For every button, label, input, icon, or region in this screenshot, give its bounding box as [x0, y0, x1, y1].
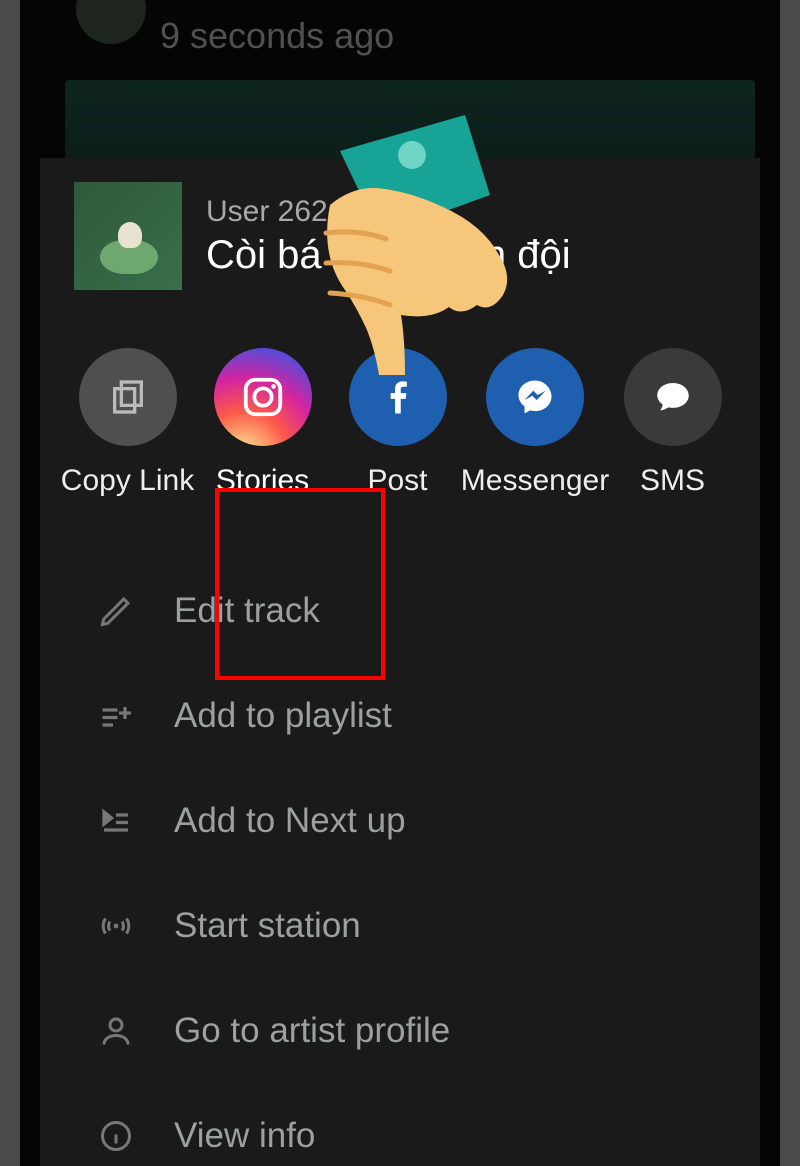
menu-list: Edit track Add to playlist Add to Next u… [88, 558, 760, 1166]
sms-icon [624, 348, 722, 446]
menu-add-nextup-label: Add to Next up [174, 801, 406, 841]
feed-avatar [76, 0, 146, 44]
track-thumbnail [74, 182, 182, 290]
menu-start-station[interactable]: Start station [88, 873, 760, 978]
share-messenger-label: Messenger [461, 464, 609, 498]
pointing-hand-overlay [280, 115, 520, 385]
menu-start-station-label: Start station [174, 906, 361, 946]
station-icon [88, 908, 144, 944]
menu-add-nextup[interactable]: Add to Next up [88, 768, 760, 873]
menu-view-info[interactable]: View info [88, 1083, 760, 1166]
nextup-icon [88, 803, 144, 839]
menu-add-playlist[interactable]: Add to playlist [88, 663, 760, 768]
copy-link-icon [79, 348, 177, 446]
menu-artist-profile-label: Go to artist profile [174, 1011, 450, 1051]
share-sms[interactable]: SMS [605, 348, 740, 518]
info-icon [88, 1118, 144, 1154]
share-sms-label: SMS [640, 464, 705, 498]
menu-add-playlist-label: Add to playlist [174, 696, 392, 736]
app-window: 9 seconds ago User 262 Còi bá xxxxxxx n … [20, 0, 780, 1166]
menu-artist-profile[interactable]: Go to artist profile [88, 978, 760, 1083]
person-icon [88, 1013, 144, 1049]
stories-highlight-box [215, 488, 385, 680]
menu-view-info-label: View info [174, 1116, 315, 1156]
share-copy-link-label: Copy Link [61, 464, 194, 498]
menu-edit-track[interactable]: Edit track [88, 558, 760, 663]
share-copy-link[interactable]: Copy Link [60, 348, 195, 518]
playlist-add-icon [88, 698, 144, 734]
pencil-icon [88, 593, 144, 629]
feed-time-ago: 9 seconds ago [160, 15, 394, 57]
